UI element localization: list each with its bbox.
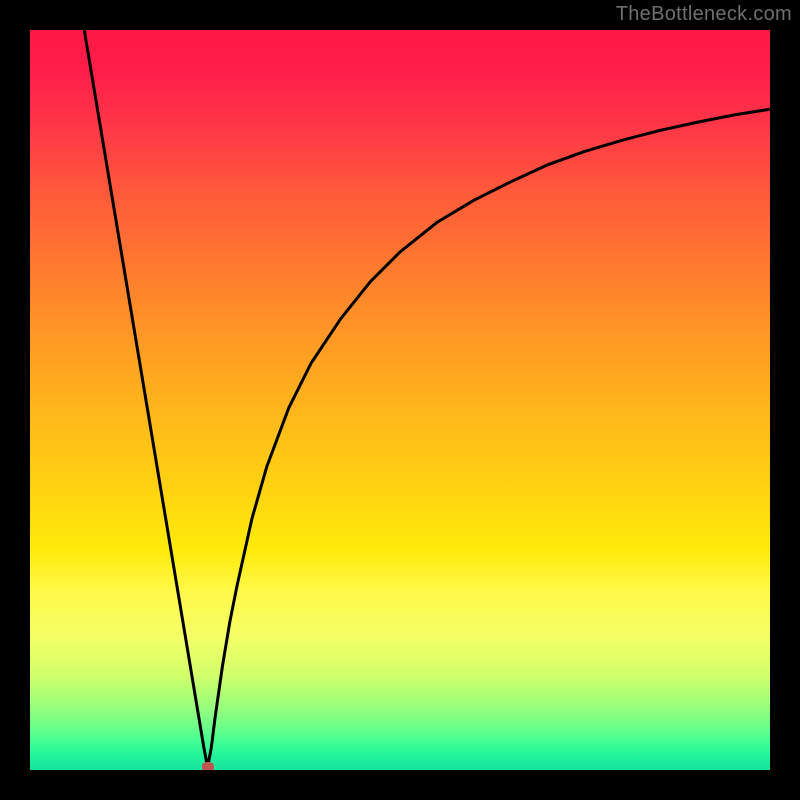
watermark-text: TheBottleneck.com xyxy=(616,3,792,26)
curve-left-branch xyxy=(74,30,207,767)
curve-right-branch xyxy=(208,109,770,767)
bottleneck-curve xyxy=(30,30,770,770)
chart-frame: TheBottleneck.com xyxy=(0,0,800,800)
minimum-marker xyxy=(202,762,214,770)
plot-area xyxy=(30,30,770,770)
